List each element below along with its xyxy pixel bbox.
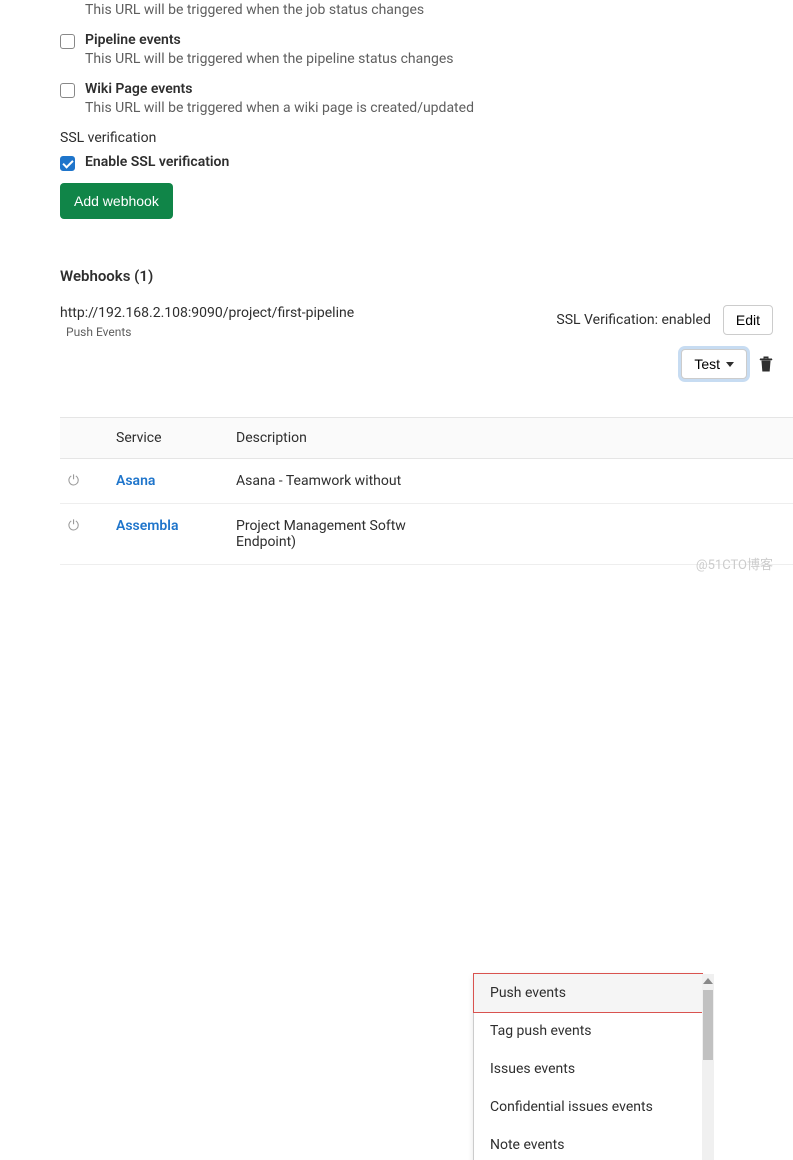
event-item-wiki: Wiki Page events This URL will be trigge…: [60, 81, 793, 116]
test-button[interactable]: Test: [681, 349, 747, 379]
ssl-section-label: SSL verification: [60, 130, 793, 146]
webhook-row: http://192.168.2.108:9090/project/first-…: [60, 305, 793, 339]
webhook-url: http://192.168.2.108:9090/project/first-…: [60, 305, 556, 321]
checkbox-enable-ssl[interactable]: [60, 156, 75, 171]
service-desc: Asana - Teamwork without: [228, 459, 793, 504]
table-header-service: Service: [108, 418, 228, 459]
webhooks-header: Webhooks (1): [60, 267, 793, 285]
table-header-description: Description: [228, 418, 793, 459]
event-desc: This URL will be triggered when the pipe…: [85, 51, 793, 67]
event-item-job: This URL will be triggered when the job …: [60, 2, 793, 18]
edit-button[interactable]: Edit: [723, 305, 773, 335]
service-link-assembla[interactable]: Assembla: [116, 518, 178, 534]
scrollbar-thumb[interactable]: [703, 990, 713, 1060]
service-desc: Project Management Softw Endpoint): [228, 504, 793, 565]
webhook-tag: Push Events: [66, 325, 556, 339]
event-title: Pipeline events: [85, 32, 181, 48]
services-table: Service Description ⏻ Asana Asana - Team…: [60, 417, 793, 565]
dropdown-item-note[interactable]: Note events: [474, 1126, 702, 1160]
checkbox-pipeline-events[interactable]: [60, 34, 75, 49]
add-webhook-button[interactable]: Add webhook: [60, 183, 173, 219]
dropdown-item-tag-push[interactable]: Tag push events: [474, 1012, 702, 1050]
event-item-pipeline: Pipeline events This URL will be trigger…: [60, 32, 793, 67]
dropdown-item-push-events[interactable]: Push events: [473, 973, 703, 1013]
scrollbar[interactable]: [702, 974, 714, 1160]
table-row: ⏻ Assembla Project Management Softw Endp…: [60, 504, 793, 565]
dropdown-item-issues[interactable]: Issues events: [474, 1050, 702, 1088]
power-icon: ⏻: [68, 473, 79, 489]
event-desc: This URL will be triggered when the job …: [85, 2, 793, 18]
event-desc: This URL will be triggered when a wiki p…: [85, 100, 793, 116]
table-row: ⏻ Asana Asana - Teamwork without: [60, 459, 793, 504]
dropdown-item-confidential-issues[interactable]: Confidential issues events: [474, 1088, 702, 1126]
test-dropdown: Push events Tag push events Issues event…: [473, 973, 703, 1160]
checkbox-wiki-events[interactable]: [60, 83, 75, 98]
ssl-enable-label: Enable SSL verification: [85, 154, 229, 170]
event-title: Wiki Page events: [85, 81, 192, 97]
test-button-label: Test: [694, 356, 720, 372]
caret-down-icon: [726, 362, 734, 367]
table-header-empty: [60, 418, 108, 459]
scrollbar-up-arrow-icon: [703, 978, 713, 984]
ssl-status: SSL Verification: enabled: [556, 312, 710, 328]
power-icon: ⏻: [68, 518, 79, 534]
service-link-asana[interactable]: Asana: [116, 473, 155, 489]
trash-icon[interactable]: [759, 356, 773, 372]
